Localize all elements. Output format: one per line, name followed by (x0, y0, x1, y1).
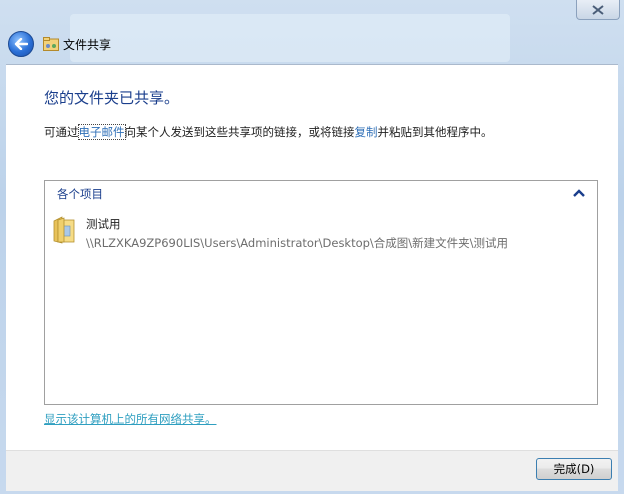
copy-link[interactable]: 复制 (355, 125, 378, 139)
close-icon (592, 4, 604, 15)
window-title: 文件共享 (63, 38, 112, 52)
share-description: 可通过电子邮件向某个人发送到这些共享项的链接，或将链接复制并粘贴到其他程序中。 (44, 124, 493, 140)
glass-background (70, 14, 510, 62)
shared-items-list[interactable]: 各个项目 测试用 \\RLZXKA9ZP690LIS\Users\Adminis… (44, 180, 598, 405)
done-button[interactable]: 完成(D) (536, 458, 612, 480)
description-text-3: 并粘贴到其他程序中。 (377, 125, 493, 139)
show-all-shares-link[interactable]: 显示该计算机上的所有网络共享。 (44, 411, 217, 427)
back-arrow-icon (14, 38, 28, 50)
footer-bar: 完成(D) (6, 450, 618, 491)
email-link[interactable]: 电子邮件 (77, 124, 126, 140)
description-text-2: 向某个人发送到这些共享项的链接，或将链接 (124, 125, 355, 139)
list-item[interactable]: 测试用 \\RLZXKA9ZP690LIS\Users\Administrato… (52, 213, 592, 257)
file-sharing-icon (43, 37, 59, 51)
shared-folder-icon (53, 216, 75, 244)
content-area: 您的文件夹已共享。 可通过电子邮件向某个人发送到这些共享项的链接，或将链接复制并… (6, 64, 618, 451)
close-button[interactable] (576, 0, 620, 20)
item-name: 测试用 (86, 217, 121, 231)
item-path: \\RLZXKA9ZP690LIS\Users\Administrator\De… (86, 236, 509, 250)
description-text-1: 可通过 (44, 125, 79, 139)
chevron-up-icon[interactable] (573, 188, 585, 198)
window-frame: 文件共享 您的文件夹已共享。 可通过电子邮件向某个人发送到这些共享项的链接，或将… (0, 0, 624, 494)
back-button[interactable] (8, 31, 34, 57)
page-heading: 您的文件夹已共享。 (44, 89, 180, 107)
group-header[interactable]: 各个项目 (57, 186, 103, 202)
